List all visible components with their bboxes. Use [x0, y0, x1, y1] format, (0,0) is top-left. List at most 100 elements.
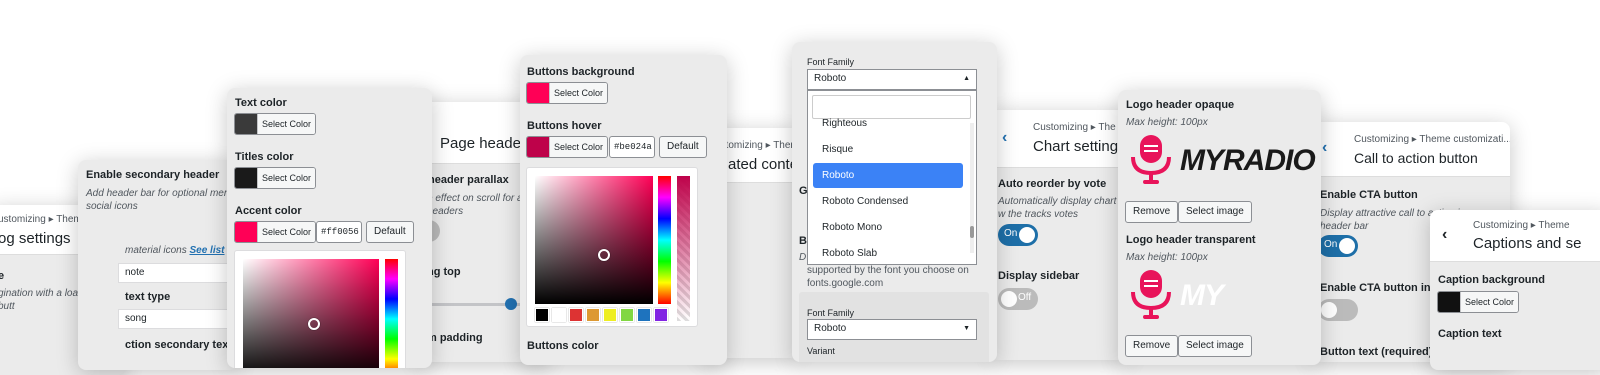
max-height-hint: Max height: 100px [1126, 117, 1208, 128]
selected-font: Roboto [814, 73, 847, 84]
select-color-label: Select Color [257, 168, 316, 188]
font-option-selected[interactable]: Roboto [813, 163, 963, 188]
secondary-header-panel: Enable secondary header Add header bar f… [78, 160, 238, 370]
font-description: supported by the font you choose on [807, 265, 969, 276]
saturation-area[interactable] [535, 176, 653, 304]
titles-color-label: Titles color [235, 151, 294, 163]
toggle-knob [1019, 227, 1035, 243]
palette-swatch-yellow[interactable] [603, 308, 617, 322]
color-chip [235, 168, 257, 188]
accent-color-picker[interactable] [234, 250, 406, 368]
font-option[interactable]: Roboto Condensed [813, 189, 963, 214]
display-sidebar-toggle[interactable]: Off [998, 288, 1038, 310]
button-text-label: Button text (required) [1320, 346, 1433, 358]
section-title: ated conte [728, 156, 799, 173]
caption-text-label: Caption text [1438, 328, 1502, 340]
font-description-link: fonts.google.com [807, 278, 884, 289]
padding-top-label: ng top [427, 266, 461, 278]
logo-wordmark: MYRADIO [1180, 144, 1316, 177]
padding-bottom-label: m padding [427, 332, 483, 344]
color-chip [527, 83, 549, 103]
palette-swatch-green[interactable] [620, 308, 634, 322]
select-color-label: Select Color [257, 222, 316, 242]
remove-logo-button[interactable]: Remove [1125, 201, 1179, 223]
palette-swatch-blue[interactable] [637, 308, 651, 322]
parallax-label: header parallax [428, 174, 509, 186]
hue-slider[interactable] [658, 176, 671, 304]
enable-cta-toggle[interactable]: On [1318, 235, 1358, 257]
material-icons-text: material icons [125, 245, 187, 256]
font-dropdown[interactable]: Righteous Risque Roboto Roboto Condensed… [807, 90, 977, 265]
toggle-knob [1001, 291, 1017, 307]
enable-secondary-header-label: Enable secondary header [86, 169, 220, 181]
color-chip [235, 222, 257, 242]
caption-background-picker-button[interactable]: Select Color [1437, 291, 1520, 313]
see-list-link[interactable]: See list [189, 245, 224, 256]
font-family-select[interactable]: Roboto ▲ [807, 69, 977, 90]
caption-background-label: Caption background [1438, 274, 1545, 286]
buttons-hover-picker-button[interactable]: Select Color [526, 136, 609, 158]
palette-swatch-black[interactable] [535, 308, 549, 322]
color-chip [1438, 292, 1460, 312]
logo-opaque-label: Logo header opaque [1126, 99, 1235, 111]
color-chip [235, 114, 257, 134]
font-option[interactable]: Righteous [813, 111, 963, 136]
alpha-slider[interactable] [677, 176, 690, 321]
buttons-background-picker-button[interactable]: Select Color [526, 82, 609, 104]
back-chevron-icon[interactable]: ‹ [1322, 139, 1327, 157]
select-color-label: Select Color [549, 83, 608, 103]
hue-slider[interactable] [385, 259, 398, 368]
palette-swatch-white[interactable] [552, 308, 566, 322]
logos-panel: Logo header opaque Max height: 100px MYR… [1118, 90, 1321, 365]
accent-hex-input[interactable]: #ff0056 [316, 221, 362, 243]
select-color-label: Select Color [1460, 292, 1519, 312]
buttons-hover-hex-input[interactable]: #be024a [609, 136, 655, 158]
saturation-area[interactable] [243, 259, 379, 368]
palette-swatch-orange[interactable] [586, 308, 600, 322]
dropdown-scrollbar-thumb[interactable] [970, 226, 974, 238]
g-label: G [799, 185, 808, 197]
toggle-knob [1339, 238, 1355, 254]
text-color-picker-button[interactable]: Select Color [234, 113, 317, 135]
auto-reorder-toggle[interactable]: On [998, 224, 1038, 246]
font-option[interactable]: Roboto Slab [813, 241, 963, 264]
select-image-button[interactable]: Select image [1178, 201, 1252, 223]
back-chevron-icon[interactable]: ‹ [1002, 129, 1007, 147]
color-cursor[interactable] [308, 318, 320, 330]
enable-cta-mobile-label: Enable CTA button in m [1320, 282, 1444, 294]
select-image-button[interactable]: Select image [1178, 335, 1252, 357]
accent-color-label: Accent color [235, 205, 302, 217]
buttons-panel: Buttons background Select Color Buttons … [520, 55, 727, 365]
remove-logo-button[interactable]: Remove [1125, 335, 1179, 357]
palette-swatch-purple[interactable] [654, 308, 668, 322]
font-family-label-2: Font Family [807, 308, 855, 318]
palette-swatch-red[interactable] [569, 308, 583, 322]
section-title: og settings [0, 230, 71, 247]
breadcrumb: Customizing ▸ Theme customizati... [1354, 134, 1510, 145]
back-chevron-icon[interactable]: ‹ [1442, 226, 1447, 244]
material-icons-note: material icons See list [125, 245, 225, 256]
color-chip [527, 137, 549, 157]
typography-panel: Font Family Roboto ▲ Righteous Risque Ro… [792, 42, 997, 362]
buttons-hover-color-picker[interactable] [526, 167, 698, 327]
icon-field[interactable]: note [118, 263, 238, 283]
titles-color-picker-button[interactable]: Select Color [234, 167, 317, 189]
breadcrumb: Customizing ▸ The [1033, 122, 1116, 133]
font-option[interactable]: Risque [813, 137, 963, 162]
buttons-hover-label: Buttons hover [527, 120, 602, 132]
buttons-background-label: Buttons background [527, 66, 635, 78]
default-button[interactable]: Default [366, 221, 414, 243]
toggle-knob [1321, 302, 1337, 318]
font-description-fragment: D [799, 252, 807, 263]
font-option[interactable]: Roboto Mono [813, 215, 963, 240]
color-cursor[interactable] [598, 249, 610, 261]
text-type-field[interactable]: song [118, 309, 238, 329]
caret-up-icon: ▲ [963, 75, 970, 82]
padding-slider-handle[interactable] [505, 298, 517, 310]
default-button[interactable]: Default [659, 136, 707, 158]
enable-cta-mobile-toggle[interactable] [1318, 299, 1358, 321]
buttons-color-label: Buttons color [527, 340, 599, 352]
breadcrumb: Customizing ▸ Theme [1473, 220, 1570, 231]
accent-color-picker-button[interactable]: Select Color [234, 221, 317, 243]
font-family-select-2[interactable]: Roboto ▼ [807, 319, 977, 340]
